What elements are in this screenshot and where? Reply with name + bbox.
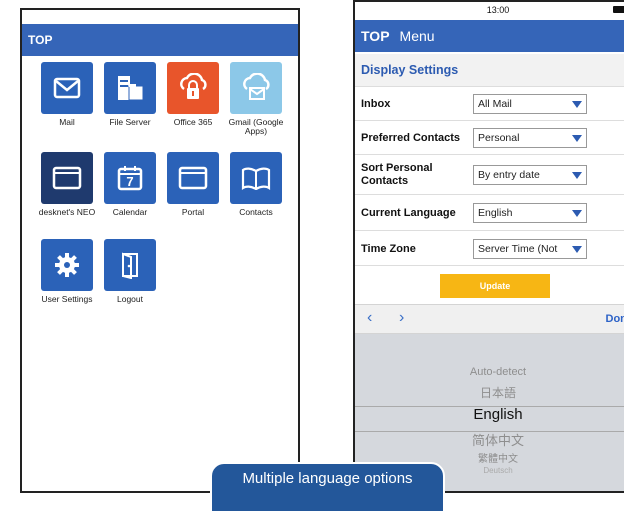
caret-down-icon: [572, 101, 582, 108]
right-topbar: TOP Menu: [355, 20, 624, 52]
cloud-lock-icon: [167, 62, 219, 114]
menu-link[interactable]: Menu: [400, 28, 435, 44]
caret-down-icon: [572, 135, 582, 142]
prev-arrow-icon[interactable]: ‹: [367, 309, 372, 327]
app-label: Portal: [181, 207, 205, 217]
caret-down-icon: [572, 246, 582, 253]
next-arrow-icon[interactable]: ›: [399, 309, 404, 327]
app-contacts[interactable]: Contacts: [227, 152, 285, 217]
envelope-icon: [41, 62, 93, 114]
select-value: Personal: [478, 132, 520, 144]
app-label: Contacts: [239, 207, 273, 217]
top-link[interactable]: TOP: [361, 28, 390, 44]
app-portal[interactable]: Portal: [164, 152, 222, 217]
left-phone-screen: TOP Mail File Server Office 365 Gmail (G…: [20, 8, 300, 493]
caret-down-icon: [572, 210, 582, 217]
section-title: Display Settings: [355, 54, 624, 86]
gear-icon: [41, 239, 93, 291]
window-icon: [167, 152, 219, 204]
picker-selection-band: [355, 406, 624, 432]
app-label: desknet's NEO: [38, 207, 96, 217]
app-mail[interactable]: Mail: [38, 62, 96, 127]
picker-option[interactable]: 日本語: [355, 384, 624, 401]
app-label: Calendar: [112, 207, 148, 217]
update-button[interactable]: Update: [440, 274, 550, 298]
status-time: 13:00: [486, 5, 510, 15]
picker-option[interactable]: 简体中文: [355, 430, 624, 449]
app-office365[interactable]: Office 365: [164, 62, 222, 127]
setting-row-timezone: Time Zone Server Time (Not: [355, 230, 624, 266]
caret-down-icon: [572, 172, 582, 179]
app-label: User Settings: [41, 294, 93, 304]
setting-row-inbox: Inbox All Mail: [355, 86, 624, 120]
app-desknets-neo[interactable]: desknet's NEO: [38, 152, 96, 217]
app-label: File Server: [109, 117, 151, 127]
select-value: Server Time (Not: [478, 243, 558, 255]
setting-label: Preferred Contacts: [361, 132, 461, 144]
cloud-mail-icon: [230, 62, 282, 114]
done-button[interactable]: Done: [606, 313, 624, 325]
picker-toolbar: ‹ › Done: [355, 304, 624, 334]
app-logout[interactable]: Logout: [101, 239, 159, 304]
app-label: Mail: [59, 117, 75, 127]
language-select[interactable]: English: [473, 203, 587, 223]
left-topbar: TOP: [22, 24, 298, 56]
setting-row-preferred-contacts: Preferred Contacts Personal: [355, 120, 624, 154]
app-gmail[interactable]: Gmail (Google Apps): [227, 62, 285, 136]
server-icon: [104, 62, 156, 114]
select-value: English: [478, 207, 513, 219]
setting-label: Current Language: [361, 207, 456, 219]
calendar-icon: 7: [104, 152, 156, 204]
door-icon: [104, 239, 156, 291]
inbox-select[interactable]: All Mail: [473, 94, 587, 114]
setting-label: Inbox: [361, 98, 391, 110]
right-phone-screen: 13:00 TOP Menu Display Settings Inbox Al…: [353, 0, 624, 493]
language-callout: Multiple language options: [210, 462, 445, 513]
status-bar: 13:00: [355, 2, 624, 18]
timezone-select[interactable]: Server Time (Not: [473, 239, 587, 259]
book-icon: [230, 152, 282, 204]
app-calendar[interactable]: 7 Calendar: [101, 152, 159, 217]
app-user-settings[interactable]: User Settings: [38, 239, 96, 304]
setting-label: Time Zone: [361, 243, 416, 255]
page-title: TOP: [28, 33, 53, 47]
app-label: Office 365: [173, 117, 213, 127]
battery-icon: [613, 6, 624, 13]
sort-contacts-select[interactable]: By entry date: [473, 165, 587, 185]
calendar-day: 7: [126, 174, 134, 189]
preferred-contacts-select[interactable]: Personal: [473, 128, 587, 148]
app-label: Logout: [117, 294, 143, 304]
select-value: By entry date: [478, 169, 540, 181]
app-file-server[interactable]: File Server: [101, 62, 159, 127]
picker-option[interactable]: Auto-detect: [355, 366, 624, 378]
select-value: All Mail: [478, 98, 512, 110]
window-icon: [41, 152, 93, 204]
setting-label: Sort Personal Contacts: [361, 162, 433, 187]
app-label: Gmail (Google Apps): [228, 117, 284, 136]
setting-row-language: Current Language English: [355, 194, 624, 230]
setting-row-sort-contacts: Sort Personal Contacts By entry date: [355, 154, 624, 194]
